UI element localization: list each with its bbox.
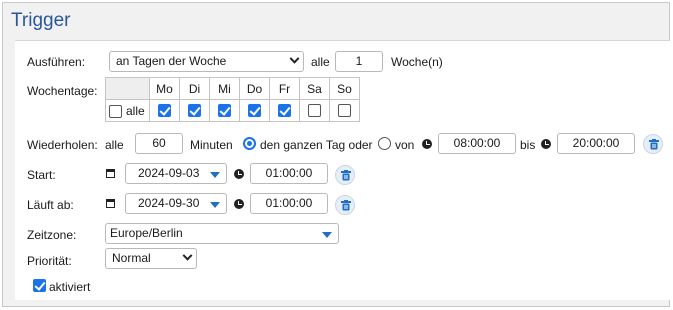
weekday-cell-mi xyxy=(209,99,240,122)
expires-time-input[interactable]: 01:00:00 xyxy=(250,193,328,214)
timezone-label: Zeitzone: xyxy=(27,228,77,242)
start-date-value: 2024-09-03 xyxy=(138,166,200,180)
enabled-label: aktiviert xyxy=(49,280,91,294)
weekday-header-so: So xyxy=(329,77,360,100)
all-day-label: den ganzen Tag oder xyxy=(260,138,373,152)
tuesday-checkbox[interactable] xyxy=(188,104,201,117)
all-days-label: alle xyxy=(126,104,145,118)
weekday-header-sa: Sa xyxy=(299,77,330,100)
minutes-label: Minuten xyxy=(190,138,233,152)
clear-repeat-button[interactable] xyxy=(643,134,663,154)
weekday-cell-di xyxy=(179,99,210,122)
weekday-table: Mo Di Mi Do Fr Sa So alle xyxy=(105,77,360,122)
repeat-label: Wiederholen: xyxy=(27,138,98,152)
weekday-cell-so xyxy=(329,99,360,122)
all-days-checkbox[interactable] xyxy=(109,105,122,118)
timezone-select[interactable]: Europe/Berlin xyxy=(105,223,339,244)
chevron-down-icon xyxy=(182,250,193,261)
chevron-down-icon xyxy=(289,53,300,64)
weekday-cell-do xyxy=(239,99,270,122)
trash-icon xyxy=(649,139,659,150)
from-label: von xyxy=(395,138,415,152)
wednesday-checkbox[interactable] xyxy=(218,104,231,117)
weekday-cell-fr xyxy=(269,99,300,122)
calendar-icon xyxy=(106,199,115,208)
all-day-radio[interactable] xyxy=(243,137,256,150)
timezone-value: Europe/Berlin xyxy=(110,226,183,240)
weekday-corner-cell xyxy=(105,77,150,100)
thursday-checkbox[interactable] xyxy=(248,104,261,117)
enabled-checkbox[interactable] xyxy=(33,279,46,292)
to-time-input[interactable]: 20:00:00 xyxy=(557,133,635,154)
repeat-minutes-input[interactable]: 60 xyxy=(135,133,183,154)
clock-icon xyxy=(234,199,244,209)
priority-label: Priorität: xyxy=(27,254,72,268)
run-mode-value: an Tagen der Woche xyxy=(116,54,227,68)
run-label: Ausführen: xyxy=(27,55,86,69)
panel-title: Trigger xyxy=(11,10,71,31)
clear-expires-button[interactable] xyxy=(335,195,355,215)
to-label: bis xyxy=(520,138,536,152)
friday-checkbox[interactable] xyxy=(278,104,291,117)
expires-date-value: 2024-09-30 xyxy=(138,196,200,210)
clock-icon xyxy=(422,139,432,149)
weekdays-label: Wochentage: xyxy=(27,84,98,98)
start-time-input[interactable]: 01:00:00 xyxy=(250,163,328,184)
weekday-header-di: Di xyxy=(179,77,210,100)
time-range-radio[interactable] xyxy=(378,137,391,150)
weekday-header-do: Do xyxy=(239,77,270,100)
start-date-input[interactable]: 2024-09-03 xyxy=(125,163,227,184)
weekday-all-cell: alle xyxy=(105,99,150,122)
priority-value: Normal xyxy=(112,251,151,265)
monday-checkbox[interactable] xyxy=(158,104,171,117)
run-every-label: alle xyxy=(311,55,330,69)
sunday-checkbox[interactable] xyxy=(338,104,351,117)
run-unit-label: Woche(n) xyxy=(391,55,443,69)
weekday-header-mi: Mi xyxy=(209,77,240,100)
start-label: Start: xyxy=(27,168,56,182)
from-time-input[interactable]: 08:00:00 xyxy=(438,133,516,154)
expires-label: Läuft ab: xyxy=(27,198,74,212)
weekday-header-fr: Fr xyxy=(269,77,300,100)
trash-icon xyxy=(341,200,351,211)
expires-date-input[interactable]: 2024-09-30 xyxy=(125,193,227,214)
trigger-panel: Trigger Ausführen: an Tagen der Woche al… xyxy=(2,2,670,307)
weekday-cell-mo xyxy=(149,99,180,122)
clock-icon xyxy=(541,139,551,149)
dropdown-arrow-icon xyxy=(210,172,220,178)
run-interval-input[interactable]: 1 xyxy=(335,51,383,72)
priority-select[interactable]: Normal xyxy=(105,248,197,269)
repeat-every-label: alle xyxy=(105,138,124,152)
clock-icon xyxy=(234,169,244,179)
trash-icon xyxy=(341,170,351,181)
saturday-checkbox[interactable] xyxy=(308,104,321,117)
dropdown-arrow-icon xyxy=(322,232,332,238)
dropdown-arrow-icon xyxy=(210,202,220,208)
trigger-form: Ausführen: an Tagen der Woche alle 1 Woc… xyxy=(15,40,670,300)
weekday-header-mo: Mo xyxy=(149,77,180,100)
run-mode-select[interactable]: an Tagen der Woche xyxy=(109,51,304,72)
weekday-cell-sa xyxy=(299,99,330,122)
clear-start-button[interactable] xyxy=(335,165,355,185)
calendar-icon xyxy=(106,169,115,178)
